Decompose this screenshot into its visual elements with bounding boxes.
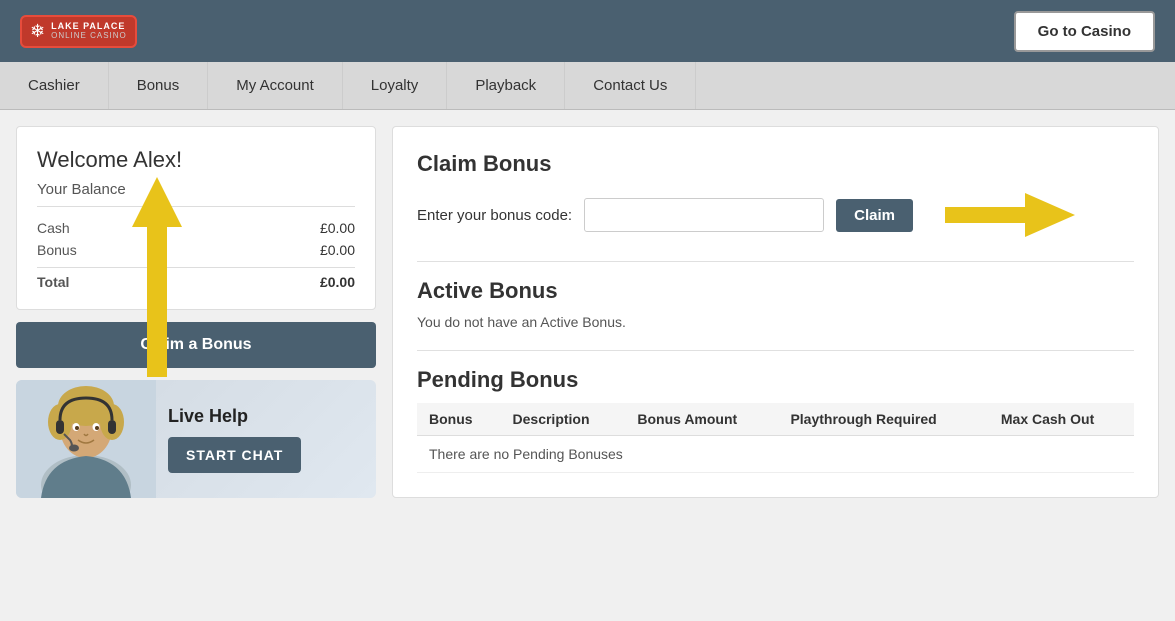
live-help-content: Live Help START CHAT — [156, 396, 376, 483]
live-help-title: Live Help — [168, 406, 364, 427]
pending-bonus-title: Pending Bonus — [417, 367, 1134, 393]
right-panel: Claim Bonus Enter your bonus code: Claim… — [392, 126, 1159, 498]
bonus-balance-row: Bonus £0.00 — [37, 239, 355, 261]
col-bonus-amount: Bonus Amount — [625, 403, 778, 436]
main-content: Welcome Alex! Your Balance Cash £0.00 Bo… — [0, 110, 1175, 620]
logo-top-text: LAKE PALACE — [51, 22, 127, 32]
col-description: Description — [501, 403, 626, 436]
pending-bonus-table: Bonus Description Bonus Amount Playthrou… — [417, 403, 1134, 473]
navigation: Cashier Bonus My Account Loyalty Playbac… — [0, 62, 1175, 110]
total-label: Total — [37, 274, 69, 290]
divider-2 — [417, 350, 1134, 351]
cash-label: Cash — [37, 220, 70, 236]
table-header-row: Bonus Description Bonus Amount Playthrou… — [417, 403, 1134, 436]
logo-container: ❄ LAKE PALACE ONLINE CASINO — [20, 15, 137, 48]
nav-item-bonus[interactable]: Bonus — [109, 62, 209, 109]
total-value: £0.00 — [320, 274, 355, 290]
no-active-bonus-text: You do not have an Active Bonus. — [417, 314, 1134, 330]
logo-snowflake-icon: ❄ — [30, 21, 45, 42]
col-playthrough: Playthrough Required — [778, 403, 988, 436]
header: ❄ LAKE PALACE ONLINE CASINO Go to Casino — [0, 0, 1175, 62]
nav-item-contact-us[interactable]: Contact Us — [565, 62, 696, 109]
logo-box: ❄ LAKE PALACE ONLINE CASINO — [20, 15, 137, 48]
welcome-card: Welcome Alex! Your Balance Cash £0.00 Bo… — [16, 126, 376, 310]
nav-item-playback[interactable]: Playback — [447, 62, 565, 109]
col-max-cash-out: Max Cash Out — [989, 403, 1134, 436]
arrow-up-svg — [132, 177, 182, 377]
your-balance-label: Your Balance — [37, 181, 355, 207]
nav-item-cashier[interactable]: Cashier — [0, 62, 109, 109]
claim-a-bonus-button[interactable]: Claim a Bonus — [16, 322, 376, 368]
table-row: There are no Pending Bonuses — [417, 436, 1134, 473]
bonus-code-input[interactable] — [584, 198, 824, 232]
logo-sub-text: ONLINE CASINO — [51, 31, 127, 40]
col-bonus: Bonus — [417, 403, 501, 436]
bonus-code-label: Enter your bonus code: — [417, 207, 572, 224]
bonus-label: Bonus — [37, 242, 77, 258]
bonus-value: £0.00 — [320, 242, 355, 258]
welcome-title: Welcome Alex! — [37, 147, 355, 173]
bonus-code-row: Enter your bonus code: Claim — [417, 193, 1134, 237]
claim-button[interactable]: Claim — [836, 199, 913, 232]
cash-balance-row: Cash £0.00 — [37, 217, 355, 239]
active-bonus-title: Active Bonus — [417, 278, 1134, 304]
left-panel: Welcome Alex! Your Balance Cash £0.00 Bo… — [16, 126, 376, 498]
person-svg — [16, 380, 156, 498]
arrow-right-annotation — [945, 193, 1075, 237]
divider-1 — [417, 261, 1134, 262]
claim-bonus-title: Claim Bonus — [417, 151, 1134, 177]
start-chat-button[interactable]: START CHAT — [168, 437, 301, 473]
no-pending-text: There are no Pending Bonuses — [417, 436, 1134, 473]
go-to-casino-button[interactable]: Go to Casino — [1014, 11, 1155, 52]
cash-value: £0.00 — [320, 220, 355, 236]
live-help-card: Live Help START CHAT — [16, 380, 376, 498]
nav-item-my-account[interactable]: My Account — [208, 62, 343, 109]
live-help-person-image — [16, 380, 156, 498]
logo-text: LAKE PALACE ONLINE CASINO — [51, 22, 127, 41]
nav-item-loyalty[interactable]: Loyalty — [343, 62, 448, 109]
total-balance-row: Total £0.00 — [37, 267, 355, 293]
